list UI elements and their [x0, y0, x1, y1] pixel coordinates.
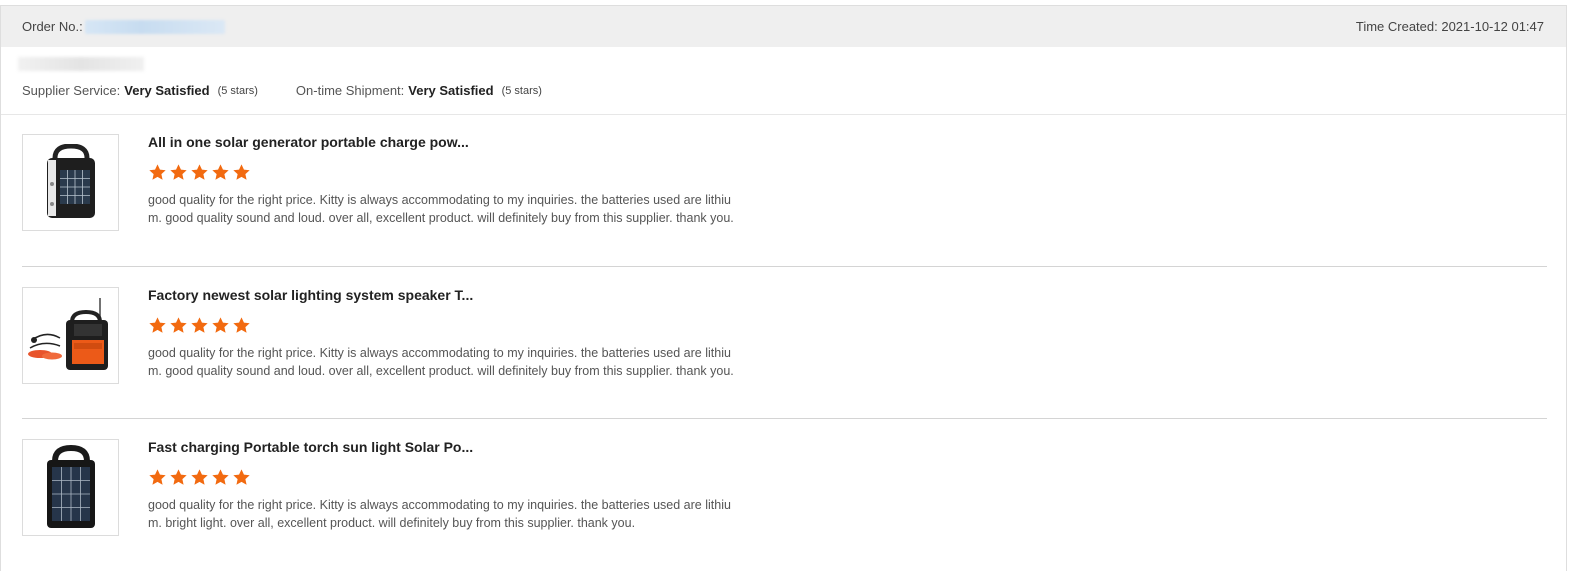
supplier-name-redacted [18, 57, 144, 71]
order-number-redacted [84, 19, 225, 34]
product-thumbnail[interactable] [22, 134, 119, 231]
review-line: good quality for the right price. Kitty … [148, 346, 731, 360]
shipment-stars: (5 stars) [501, 84, 542, 97]
star-icon [212, 317, 229, 333]
product-thumbnail[interactable] [22, 439, 119, 536]
section-divider [1, 114, 1566, 115]
review-text: good quality for the right price. Kitty … [148, 496, 788, 532]
star-icon [170, 317, 187, 333]
star-icon [149, 164, 166, 180]
rating-stars [148, 316, 251, 335]
review-text: good quality for the right price. Kitty … [148, 344, 788, 380]
time-created: Time Created: 2021-10-12 01:47 [1355, 19, 1544, 34]
review-line: m. good quality sound and loud. over all… [148, 364, 734, 378]
order-review-card: Order No.: Time Created: 2021-10-12 01:4… [0, 5, 1567, 571]
review-line: m. good quality sound and loud. over all… [148, 211, 734, 225]
star-icon [149, 469, 166, 485]
solar-lighting-kit-image [27, 297, 108, 370]
star-icon [212, 164, 229, 180]
supplier-service-stars: (5 stars) [217, 84, 258, 97]
item-divider [22, 418, 1547, 419]
order-header: Order No.: Time Created: 2021-10-12 01:4… [1, 6, 1566, 47]
star-icon [233, 317, 250, 333]
product-title[interactable]: Fast charging Portable torch sun light S… [148, 439, 473, 455]
shipment-value: Very Satisfied [408, 83, 494, 98]
product-title[interactable]: All in one solar generator portable char… [148, 134, 469, 150]
star-icon [233, 164, 250, 180]
review-line: m. bright light. over all, excellent pro… [148, 516, 636, 530]
review-line: good quality for the right price. Kitty … [148, 498, 731, 512]
solar-torch-image [46, 444, 95, 528]
star-icon [170, 469, 187, 485]
rating-stars [148, 163, 251, 182]
star-icon [233, 469, 250, 485]
shipment-label: On-time Shipment: [295, 83, 405, 98]
product-thumbnail[interactable] [22, 287, 119, 384]
review-text: good quality for the right price. Kitty … [148, 191, 788, 227]
star-icon [149, 317, 166, 333]
order-number: Order No.: [22, 19, 225, 34]
star-icon [212, 469, 229, 485]
review-line: good quality for the right price. Kitty … [148, 193, 731, 207]
product-title[interactable]: Factory newest solar lighting system spe… [148, 287, 473, 303]
star-icon [191, 469, 208, 485]
star-icon [191, 164, 208, 180]
solar-generator-image [46, 143, 95, 218]
star-icon [191, 317, 208, 333]
supplier-ratings: Supplier Service: Very Satisfied (5 star… [22, 83, 542, 98]
order-number-label: Order No.: [22, 19, 83, 34]
star-icon [170, 164, 187, 180]
supplier-service-value: Very Satisfied [124, 83, 210, 98]
item-divider [22, 266, 1547, 267]
supplier-service-label: Supplier Service: [22, 83, 121, 98]
rating-stars [148, 468, 251, 487]
